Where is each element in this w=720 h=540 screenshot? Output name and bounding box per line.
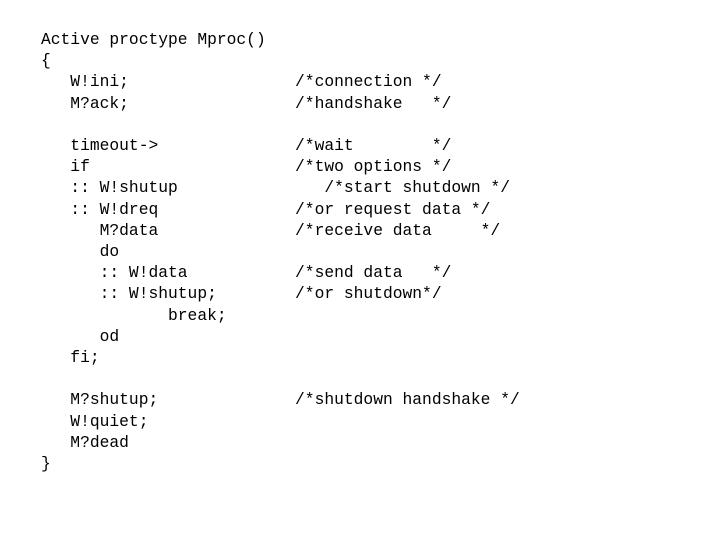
code-line: W!ini; /*connection */ bbox=[41, 72, 442, 92]
code-line: M?dead bbox=[41, 432, 129, 452]
code-line: break; bbox=[41, 305, 227, 325]
code-line: :: W!dreq /*or request data */ bbox=[41, 199, 491, 219]
code-line: fi; bbox=[41, 348, 100, 368]
code-line: timeout-> /*wait */ bbox=[41, 136, 452, 156]
code-line: M?shutup; /*shutdown handshake */ bbox=[41, 390, 520, 410]
code-line: Active proctype Mproc() bbox=[41, 30, 266, 49]
code-line: { bbox=[41, 51, 51, 71]
code-line: :: W!data /*send data */ bbox=[41, 263, 452, 283]
code-line: :: W!shutup; /*or shutdown*/ bbox=[41, 284, 442, 304]
slide-canvas: Active proctype Mproc() { W!ini; /*connec… bbox=[0, 0, 720, 540]
code-line: od bbox=[41, 326, 120, 346]
code-line: if /*two options */ bbox=[41, 157, 452, 177]
code-line: :: W!shutup /*start shutdown */ bbox=[41, 178, 510, 198]
code-line: do bbox=[41, 242, 120, 262]
code-line: W!quiet; bbox=[41, 411, 149, 431]
code-line: } bbox=[41, 454, 51, 474]
code-line: M?data /*receive data */ bbox=[41, 220, 501, 240]
code-line: M?ack; /*handshake */ bbox=[41, 93, 452, 113]
code-listing: Active proctype Mproc() { W!ini; /*connec… bbox=[41, 29, 701, 474]
